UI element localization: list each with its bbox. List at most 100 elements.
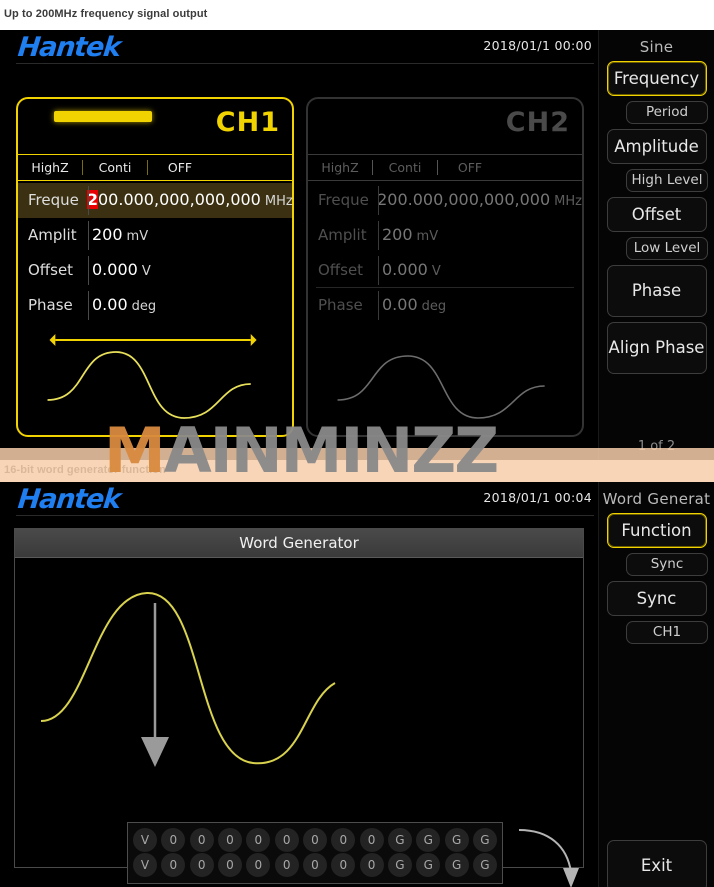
bit-cell[interactable]: 0: [302, 852, 327, 877]
menu-item-phase[interactable]: Phase: [606, 265, 707, 317]
ch1-amplitude-unit: mV: [126, 229, 149, 244]
curved-arrow-icon: [515, 824, 585, 887]
ch1-frequency-value: 200.000,000,000,000 MHz: [79, 182, 293, 219]
bit-row-2[interactable]: V 0 0 0 0 0 0 0 0 G G G G: [133, 852, 497, 877]
word-generator-bit-grid[interactable]: V 0 0 0 0 0 0 0 0 G G G G V 0 0 0 0 0 0 …: [127, 822, 503, 884]
word-generator-panel: Word Generator V 0 0 0 0 0 0 0 0 G G G G…: [14, 528, 584, 887]
channel-card-ch2[interactable]: CH2 HighZ Conti OFF Freque 200.000,000,0…: [306, 97, 584, 437]
ch1-phase-value-wrap: 0.00 deg: [84, 287, 292, 324]
ch1-row-frequency[interactable]: Freque 200.000,000,000,000 MHz: [18, 182, 293, 219]
bit-cell[interactable]: 0: [189, 827, 214, 852]
bit-cell[interactable]: 0: [246, 827, 271, 852]
menu-item-offset[interactable]: Offset: [606, 197, 707, 232]
ch2-title: CH2: [505, 107, 570, 138]
ch2-amplitude-label: Amplit: [318, 226, 367, 244]
ch1-phase-unit: deg: [131, 299, 157, 314]
clock-label: 2018/01/1 00:04: [483, 490, 592, 505]
ch2-row-frequency[interactable]: Freque 200.000,000,000,000 MHz: [308, 183, 582, 218]
ch1-offset-unit: V: [141, 264, 151, 279]
ch1-tab-impedance[interactable]: HighZ: [18, 160, 82, 175]
ch2-phase-value: 0.00: [382, 295, 418, 314]
menu-item-sync-sub[interactable]: Sync: [626, 553, 708, 576]
ch2-header: CH2: [308, 99, 582, 154]
ch1-row-offset[interactable]: Offset 0.000 V: [18, 253, 292, 288]
ch2-row-amplitude[interactable]: Amplit 200 mV: [308, 218, 582, 253]
menu-item-frequency[interactable]: Frequency: [606, 61, 707, 96]
bit-cell[interactable]: 0: [331, 852, 356, 877]
bit-cell[interactable]: 0: [161, 827, 186, 852]
top-side-menu: Sine Frequency Period Amplitude High Lev…: [598, 30, 714, 460]
bit-cell[interactable]: 0: [217, 827, 242, 852]
ch2-offset-unit: V: [431, 264, 441, 279]
menu-item-ch1[interactable]: CH1: [626, 621, 708, 644]
ch1-row-amplitude[interactable]: Amplit 200 mV: [18, 218, 292, 253]
ch2-waveform-preview: [318, 322, 572, 427]
ch2-offset-value-wrap: 0.000 V: [374, 252, 582, 289]
menu-item-function[interactable]: Function: [606, 513, 707, 548]
row-divider: [88, 186, 89, 215]
ch2-phase-value-wrap: 0.00 deg: [374, 287, 582, 324]
ch1-tab-mode[interactable]: Conti: [83, 160, 147, 175]
ch2-amplitude-value: 200: [382, 225, 413, 244]
menu-item-high-level[interactable]: High Level: [626, 169, 708, 192]
bit-cell[interactable]: G: [444, 852, 469, 877]
ch2-frequency-value-wrap: 200.000,000,000,000 MHz: [369, 182, 582, 219]
channel-card-ch1[interactable]: CH1 HighZ Conti OFF Freque 200.000,000,0…: [16, 97, 294, 437]
ch1-frequency-label: Freque: [28, 191, 79, 209]
watermark-band: [0, 448, 714, 482]
ch1-frequency-unit: MHz: [264, 194, 293, 209]
ch1-offset-value: 0.000: [92, 260, 138, 279]
bit-cell[interactable]: V: [133, 827, 157, 852]
row-divider: [88, 221, 89, 250]
row-divider: [378, 291, 379, 320]
ch2-phase-label: Phase: [318, 296, 363, 314]
bit-cell[interactable]: 0: [189, 852, 214, 877]
bit-cell[interactable]: 0: [217, 852, 242, 877]
ch2-row-phase[interactable]: Phase 0.00 deg: [308, 288, 582, 323]
bit-cell[interactable]: 0: [274, 827, 299, 852]
ch1-amplitude-label: Amplit: [28, 226, 77, 244]
ch2-row-offset[interactable]: Offset 0.000 V: [308, 253, 582, 288]
bit-cell[interactable]: G: [416, 827, 441, 852]
ch1-active-bar: [54, 111, 152, 122]
menu-item-sync[interactable]: Sync: [606, 581, 707, 616]
bit-cell[interactable]: V: [133, 852, 157, 877]
ch2-tab-output[interactable]: OFF: [438, 160, 502, 175]
bit-cell[interactable]: G: [387, 827, 412, 852]
bit-cell[interactable]: 0: [302, 827, 327, 852]
ch1-amplitude-value-wrap: 200 mV: [84, 217, 292, 254]
menu-item-low-level[interactable]: Low Level: [626, 237, 708, 260]
ch1-row-phase[interactable]: Phase 0.00 deg: [18, 288, 292, 323]
ch1-frequency-rest: 00.000,000,000,000: [98, 190, 261, 209]
menu-item-align-phase[interactable]: Align Phase: [606, 322, 707, 374]
bit-cell[interactable]: G: [472, 852, 497, 877]
ch1-offset-label: Offset: [28, 261, 74, 279]
ch2-tab-mode[interactable]: Conti: [373, 160, 437, 175]
menu-item-amplitude[interactable]: Amplitude: [606, 129, 707, 164]
bit-cell[interactable]: 0: [359, 852, 384, 877]
bit-cell[interactable]: G: [387, 852, 412, 877]
bit-cell[interactable]: 0: [246, 852, 271, 877]
ch2-frequency-label: Freque: [318, 191, 369, 209]
ch2-frequency-unit: MHz: [554, 194, 582, 209]
ch2-amplitude-value-wrap: 200 mV: [374, 217, 582, 254]
bit-cell[interactable]: G: [472, 827, 497, 852]
bit-cell[interactable]: 0: [274, 852, 299, 877]
menu-item-exit[interactable]: Exit: [606, 840, 707, 887]
bit-cell[interactable]: G: [416, 852, 441, 877]
ch1-tabs[interactable]: HighZ Conti OFF: [18, 154, 292, 181]
ch2-tabs[interactable]: HighZ Conti OFF: [308, 154, 582, 181]
ch2-tab-impedance[interactable]: HighZ: [308, 160, 372, 175]
ch1-waveform-preview: [28, 322, 282, 427]
ch2-amplitude-unit: mV: [416, 229, 439, 244]
ch2-frequency-value: 200.000,000,000,000: [377, 190, 551, 209]
bit-row-1[interactable]: V 0 0 0 0 0 0 0 0 G G G G: [133, 827, 497, 852]
bit-cell[interactable]: G: [444, 827, 469, 852]
menu-item-period[interactable]: Period: [626, 101, 708, 124]
bit-cell[interactable]: 0: [359, 827, 384, 852]
row-divider: [378, 221, 379, 250]
bit-cell[interactable]: 0: [331, 827, 356, 852]
bit-cell[interactable]: 0: [161, 852, 186, 877]
bottom-device-screen: Hantek 2018/01/1 00:04 Word Generator V …: [0, 482, 714, 887]
ch1-tab-output[interactable]: OFF: [148, 160, 212, 175]
